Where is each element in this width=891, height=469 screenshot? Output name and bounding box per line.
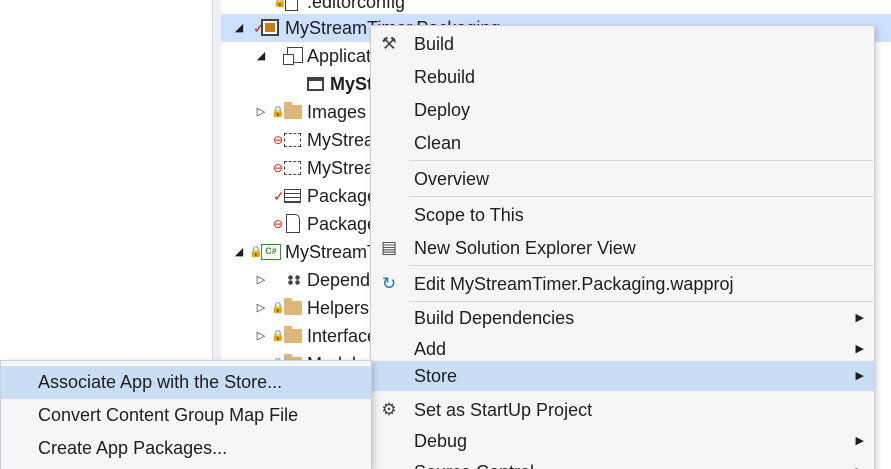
gear-icon: ⚙ bbox=[381, 400, 397, 419]
project-context-menu: ⚒ Build Rebuild Deploy Clean Overview Sc… bbox=[370, 25, 875, 469]
certificate-icon bbox=[284, 133, 301, 147]
folder-icon bbox=[284, 326, 302, 343]
menu-item-set-startup-project[interactable]: ⚙ Set as StartUp Project bbox=[371, 394, 874, 427]
menu-item-label: Store bbox=[414, 366, 458, 386]
menu-item-label: Overview bbox=[414, 169, 490, 189]
menu-item-clean[interactable]: Clean bbox=[371, 127, 874, 160]
menu-item-label: Debug bbox=[414, 431, 468, 451]
menu-item-convert-content-group-map[interactable]: Convert Content Group Map File bbox=[1, 399, 371, 432]
menu-item-label: Create App Packages... bbox=[38, 438, 228, 458]
menu-item-label: Deploy bbox=[414, 100, 471, 120]
certificate-icon bbox=[284, 161, 301, 175]
checked-out-icon: ✓ bbox=[273, 188, 285, 204]
menu-item-store[interactable]: Store ▶ bbox=[371, 361, 874, 391]
menu-item-label: Scope to This bbox=[414, 205, 524, 225]
application-folder-icon bbox=[283, 47, 303, 65]
menu-item-overview[interactable]: Overview bbox=[371, 163, 874, 196]
submenu-arrow-icon: ▶ bbox=[855, 435, 864, 447]
excluded-icon: ⊖ bbox=[273, 217, 284, 231]
menu-item-scope-to-this[interactable]: Scope to This bbox=[371, 199, 874, 232]
manifest-icon bbox=[284, 189, 301, 203]
solution-explorer-icon: ▤ bbox=[380, 238, 398, 257]
collapsed-arrow-icon[interactable]: ▷ bbox=[255, 98, 267, 126]
dependencies-icon bbox=[287, 275, 301, 285]
submenu-arrow-icon: ▶ bbox=[855, 312, 864, 324]
menu-item-label: Build Dependencies bbox=[414, 308, 575, 328]
excluded-icon: ⊖ bbox=[273, 133, 284, 147]
lock-icon: 🔒 bbox=[271, 106, 285, 118]
menu-item-create-app-packages[interactable]: Create App Packages... bbox=[1, 432, 371, 465]
menu-item-label: Build bbox=[414, 34, 455, 54]
expanded-arrow-icon[interactable]: ◢ bbox=[233, 238, 245, 266]
collapsed-arrow-icon[interactable]: ▷ bbox=[255, 266, 267, 294]
menu-item-label: Set as StartUp Project bbox=[414, 400, 593, 420]
build-icon: ⚒ bbox=[381, 34, 397, 53]
menu-item-label: Edit MyStreamTimer.Packaging.wapproj bbox=[414, 274, 734, 294]
store-submenu: Associate App with the Store... Convert … bbox=[0, 360, 372, 469]
xml-file-icon bbox=[286, 214, 300, 233]
menu-separator bbox=[409, 196, 873, 197]
menu-item-source-control[interactable]: Source Control ▶ bbox=[371, 456, 874, 469]
lock-icon: 🔒 bbox=[271, 330, 285, 342]
submenu-arrow-icon: ▶ bbox=[856, 456, 864, 469]
window-icon bbox=[307, 77, 324, 91]
menu-item-associate-app-with-store[interactable]: Associate App with the Store... bbox=[1, 366, 371, 399]
refresh-icon: ↻ bbox=[381, 274, 397, 293]
menu-item-label: Associate App with the Store... bbox=[38, 372, 283, 392]
menu-item-build-dependencies[interactable]: Build Dependencies ▶ bbox=[371, 302, 874, 335]
menu-item-label: New Solution Explorer View bbox=[414, 238, 636, 258]
menu-item-new-solution-explorer-view[interactable]: ▤ New Solution Explorer View bbox=[371, 232, 874, 265]
lock-icon: 🔒 bbox=[271, 302, 285, 314]
tree-item-label: Images bbox=[307, 102, 367, 122]
menu-item-edit-project-file[interactable]: ↻ Edit MyStreamTimer.Packaging.wapproj bbox=[371, 268, 874, 301]
expanded-arrow-icon[interactable]: ◢ bbox=[255, 42, 267, 70]
package-project-icon bbox=[261, 19, 279, 36]
collapsed-arrow-icon[interactable]: ▷ bbox=[255, 294, 267, 322]
submenu-arrow-icon: ▶ bbox=[855, 370, 864, 382]
folder-icon bbox=[284, 298, 302, 315]
menu-item-label: Source Control bbox=[414, 456, 534, 469]
collapsed-arrow-icon[interactable]: ▷ bbox=[255, 322, 267, 350]
menu-separator bbox=[409, 160, 873, 161]
menu-item-label: Convert Content Group Map File bbox=[38, 405, 299, 425]
menu-separator bbox=[409, 265, 873, 266]
menu-item-rebuild[interactable]: Rebuild bbox=[371, 61, 874, 94]
expanded-arrow-icon[interactable]: ◢ bbox=[233, 14, 245, 42]
menu-item-label: Rebuild bbox=[414, 67, 476, 87]
excluded-icon: ⊖ bbox=[273, 161, 284, 175]
menu-item-debug[interactable]: Debug ▶ bbox=[371, 425, 874, 458]
lock-icon: 🔒 bbox=[249, 246, 263, 258]
tree-item-label: Helpers bbox=[307, 298, 370, 318]
menu-item-deploy[interactable]: Deploy bbox=[371, 94, 874, 127]
folder-icon bbox=[284, 102, 302, 119]
csharp-project-icon: C# bbox=[261, 244, 281, 260]
menu-item-label: Clean bbox=[414, 133, 462, 153]
menu-item-build[interactable]: ⚒ Build bbox=[371, 28, 874, 61]
doc-icon bbox=[285, 0, 298, 11]
